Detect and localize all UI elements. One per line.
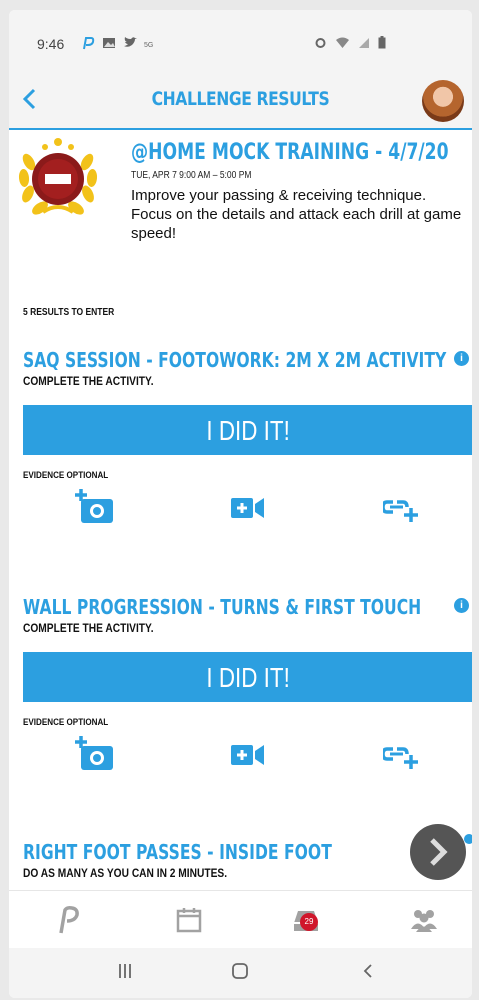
gallery-icon [103, 38, 115, 48]
team-icon[interactable] [409, 905, 439, 935]
chevron-right-icon [430, 838, 448, 866]
info-icon[interactable]: i [454, 598, 469, 613]
challenge-title: @HOME MOCK TRAINING - 4/7/20 [131, 140, 449, 165]
add-video-icon[interactable] [231, 743, 265, 767]
wifi-icon [336, 37, 349, 48]
calendar-icon[interactable] [174, 905, 204, 935]
activity-title: WALL PROGRESSION - TURNS & FIRST TOUCH [23, 595, 422, 619]
i-did-it-button[interactable]: I DID IT! [23, 652, 472, 702]
signal-icon [359, 37, 369, 48]
evidence-label: EVIDENCE OPTIONAL [23, 470, 109, 481]
challenge-badge-icon [18, 138, 98, 215]
alarm-icon [315, 38, 326, 48]
next-fab-button[interactable] [410, 824, 466, 880]
battery-icon [378, 36, 386, 49]
add-photo-icon[interactable] [75, 489, 115, 525]
status-icons-left: 5G [81, 36, 154, 50]
i-did-it-label: I DID IT! [206, 662, 290, 693]
notification-badge: 29 [300, 913, 318, 931]
header-bar: CHALLENGE RESULTS [9, 72, 472, 130]
home-logo-icon[interactable] [53, 905, 83, 935]
system-nav-bar [9, 948, 472, 998]
twitter-icon [124, 37, 137, 47]
activity-title: SAQ SESSION - FOOTOWORK: 2M X 2M ACTIVIT… [23, 348, 447, 372]
back-nav-icon[interactable] [361, 962, 375, 980]
info-icon[interactable]: i [454, 351, 469, 366]
page-title: CHALLENGE RESULTS [151, 88, 330, 110]
challenge-date: TUE, APR 7 9:00 AM – 5:00 PM [131, 170, 252, 181]
home-icon[interactable] [231, 962, 249, 980]
status-icons-right [314, 36, 386, 49]
recent-apps-icon[interactable] [117, 962, 133, 980]
add-link-icon[interactable] [383, 745, 419, 769]
status-bar: 9:46 5G [9, 10, 472, 72]
avatar[interactable] [422, 80, 464, 122]
chevron-left-icon [22, 88, 36, 110]
status-time: 9:46 [37, 36, 65, 52]
i-did-it-button[interactable]: I DID IT! [23, 405, 472, 455]
results-count: 5 RESULTS TO ENTER [23, 307, 115, 318]
back-button[interactable] [19, 86, 47, 114]
bottom-tab-bar: 29 [9, 890, 472, 949]
add-link-icon[interactable] [383, 498, 419, 522]
wifi-small-icon: 5G [144, 42, 153, 48]
add-photo-icon[interactable] [75, 736, 115, 772]
phone-screen: 9:46 5G CHALLENGE RESULTS @HOME MOCK TRA… [9, 10, 472, 998]
add-video-icon[interactable] [231, 496, 265, 520]
i-did-it-label: I DID IT! [206, 415, 290, 446]
activity-title: RIGHT FOOT PASSES - INSIDE FOOT [23, 840, 332, 864]
svg-text:5G: 5G [144, 42, 153, 48]
p-logo-icon [83, 37, 95, 50]
main-content[interactable]: @HOME MOCK TRAINING - 4/7/20 TUE, APR 7 … [9, 130, 472, 890]
activity-subtitle: DO AS MANY AS YOU CAN IN 2 MINUTES. [23, 866, 228, 880]
activity-subtitle: COMPLETE THE ACTIVITY. [23, 374, 154, 388]
info-icon[interactable] [464, 834, 472, 844]
evidence-label: EVIDENCE OPTIONAL [23, 717, 109, 728]
activity-subtitle: COMPLETE THE ACTIVITY. [23, 621, 154, 635]
challenge-description: Improve your passing & receiving techniq… [131, 187, 462, 242]
